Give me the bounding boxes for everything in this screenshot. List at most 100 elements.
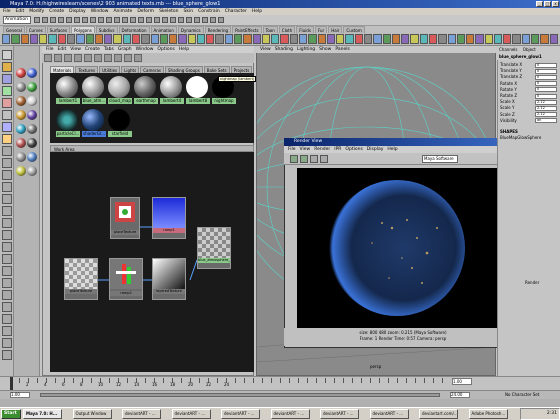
shelf-tool-icon[interactable] — [76, 34, 85, 44]
taskbar-item[interactable]: deviantART - ... — [270, 409, 310, 419]
rv-menu-options[interactable]: Options — [345, 146, 362, 153]
rv-menu-file[interactable]: File — [288, 146, 296, 153]
status-tool-icon[interactable] — [178, 17, 184, 23]
vp-menu-panels[interactable]: Panels — [335, 46, 349, 53]
material-ball-icon[interactable] — [16, 166, 26, 176]
material-swatch[interactable]: lambert8 — [186, 76, 210, 104]
status-tool-icon[interactable] — [138, 17, 144, 23]
status-tool-icon[interactable] — [74, 17, 80, 23]
toolbox-tool-icon[interactable] — [2, 74, 12, 84]
shelf-tool-icon[interactable] — [484, 34, 493, 44]
shelf-tool-icon[interactable] — [493, 34, 503, 44]
shelf-tab-painteffects[interactable]: PaintEffects — [232, 26, 262, 33]
hs-menu-tabs[interactable]: Tabs — [104, 46, 114, 53]
status-tool-icon[interactable] — [146, 17, 152, 23]
status-tool-icon[interactable] — [58, 17, 64, 23]
hs-toolbar-icon[interactable] — [54, 54, 62, 62]
toolbox-tool-icon[interactable] — [2, 50, 12, 60]
status-tool-icon[interactable] — [130, 17, 136, 23]
status-tool-icon[interactable] — [154, 17, 160, 23]
shelf-tool-icon[interactable] — [391, 34, 401, 44]
redo-render-icon[interactable] — [300, 155, 308, 163]
toolbox-tool-icon[interactable] — [2, 230, 12, 240]
status-tool-icon[interactable] — [82, 17, 88, 23]
menu-modify[interactable]: Modify — [29, 8, 44, 15]
work-area[interactable]: placeTexture ramp1 blue_atmosphere_glow … — [50, 152, 254, 372]
shelf-tool-icon[interactable] — [410, 34, 419, 44]
shelf-tool-icon[interactable] — [326, 34, 336, 44]
shelf-tool-icon[interactable] — [336, 34, 345, 44]
toolbox-tool-icon[interactable] — [2, 122, 12, 132]
status-tool-icon[interactable] — [186, 17, 192, 23]
hs-toolbar-icon[interactable] — [114, 54, 122, 62]
attribute-value-field[interactable]: 0 — [535, 81, 557, 87]
hs-toolbar-icon[interactable] — [134, 54, 142, 62]
shelf-tool-icon[interactable] — [206, 34, 215, 44]
shelf-tool-icon[interactable] — [11, 34, 20, 44]
node-ramp2[interactable]: ramp2 — [109, 258, 143, 300]
taskbar-item[interactable]: deviantART - ... — [369, 409, 409, 419]
shelf-tool-icon[interactable] — [39, 34, 48, 44]
shelf-tool-icon[interactable] — [261, 34, 271, 44]
node-ramp1[interactable]: ramp1 — [152, 197, 186, 239]
material-ball-icon[interactable] — [16, 138, 26, 148]
shelf-tab-fur[interactable]: Fur — [314, 26, 328, 33]
vp-menu-lighting[interactable]: Lighting — [297, 46, 315, 53]
toolbox-tool-icon[interactable] — [2, 170, 12, 180]
hs-menu-help[interactable]: Help — [179, 46, 189, 53]
shelf-tool-icon[interactable] — [271, 34, 280, 44]
shelf-tab-surfaces[interactable]: Surfaces — [46, 26, 70, 33]
range-bar[interactable] — [40, 393, 440, 397]
taskbar-item[interactable]: deviantART - ... — [122, 409, 161, 419]
attribute-value-field[interactable]: 0 — [535, 87, 557, 93]
shelf-tool-icon[interactable] — [178, 34, 187, 44]
menu-create[interactable]: Create — [49, 8, 64, 15]
material-ball-icon[interactable] — [27, 96, 37, 106]
shelf-tool-icon[interactable] — [512, 34, 521, 44]
hs-toolbar-icon[interactable] — [84, 54, 92, 62]
maximize-button[interactable]: □ — [544, 1, 551, 7]
hs-toolbar-icon[interactable] — [94, 54, 102, 62]
current-frame-field[interactable]: 1.00 — [452, 378, 472, 385]
material-ball-icon[interactable] — [16, 124, 26, 134]
toolbox-tool-icon[interactable] — [2, 242, 12, 252]
render-icon[interactable] — [290, 155, 298, 163]
hs-tab-textures[interactable]: Textures — [75, 66, 99, 73]
status-tool-icon[interactable] — [162, 17, 168, 23]
hs-tab-lights[interactable]: Lights — [121, 66, 140, 73]
shelf-tool-icon[interactable] — [224, 34, 234, 44]
shelf-tool-icon[interactable] — [456, 34, 466, 44]
attribute-value-field[interactable]: 0 — [535, 62, 557, 68]
work-area-tab[interactable]: Work Area — [50, 145, 254, 152]
status-tool-icon[interactable] — [202, 17, 208, 23]
node-blue-atmosphere-glow[interactable]: blue_atmosphere_glow — [197, 227, 231, 269]
vp-menu-shading[interactable]: Shading — [275, 46, 293, 53]
menu-character[interactable]: Character — [225, 8, 247, 15]
attribute-value-field[interactable]: on — [535, 118, 557, 124]
start-time-field[interactable]: 1.00 — [10, 392, 30, 398]
hs-menu-options[interactable]: Options — [157, 46, 174, 53]
menu-window[interactable]: Window — [91, 8, 109, 15]
shelf-tool-icon[interactable] — [438, 34, 447, 44]
material-swatch[interactable]: shaderGl... — [82, 109, 106, 137]
status-tool-icon[interactable] — [194, 17, 200, 23]
material-ball-icon[interactable] — [27, 82, 37, 92]
material-swatch[interactable]: starfield — [108, 109, 132, 137]
material-ball-icon[interactable] — [16, 152, 26, 162]
shelf-tool-icon[interactable] — [169, 34, 178, 44]
shelf-tool-icon[interactable] — [66, 34, 76, 44]
toolbox-tool-icon[interactable] — [2, 266, 12, 276]
material-ball-icon[interactable] — [27, 152, 37, 162]
toolbox-tool-icon[interactable] — [2, 338, 12, 348]
command-line[interactable] — [0, 399, 560, 407]
menu-edit[interactable]: Edit — [16, 8, 25, 15]
shelf-tool-icon[interactable] — [299, 34, 308, 44]
material-ball-icon[interactable] — [27, 110, 37, 120]
vp-menu-show[interactable]: Show — [319, 46, 331, 53]
hs-tab-materials[interactable]: Materials — [50, 66, 75, 73]
toolbox-tool-icon[interactable] — [2, 134, 12, 144]
shelf-tool-icon[interactable] — [48, 34, 57, 44]
status-tool-icon[interactable] — [66, 17, 72, 23]
attribute-value-field[interactable]: 2.12 — [535, 112, 557, 118]
shelf-tool-icon[interactable] — [159, 34, 169, 44]
